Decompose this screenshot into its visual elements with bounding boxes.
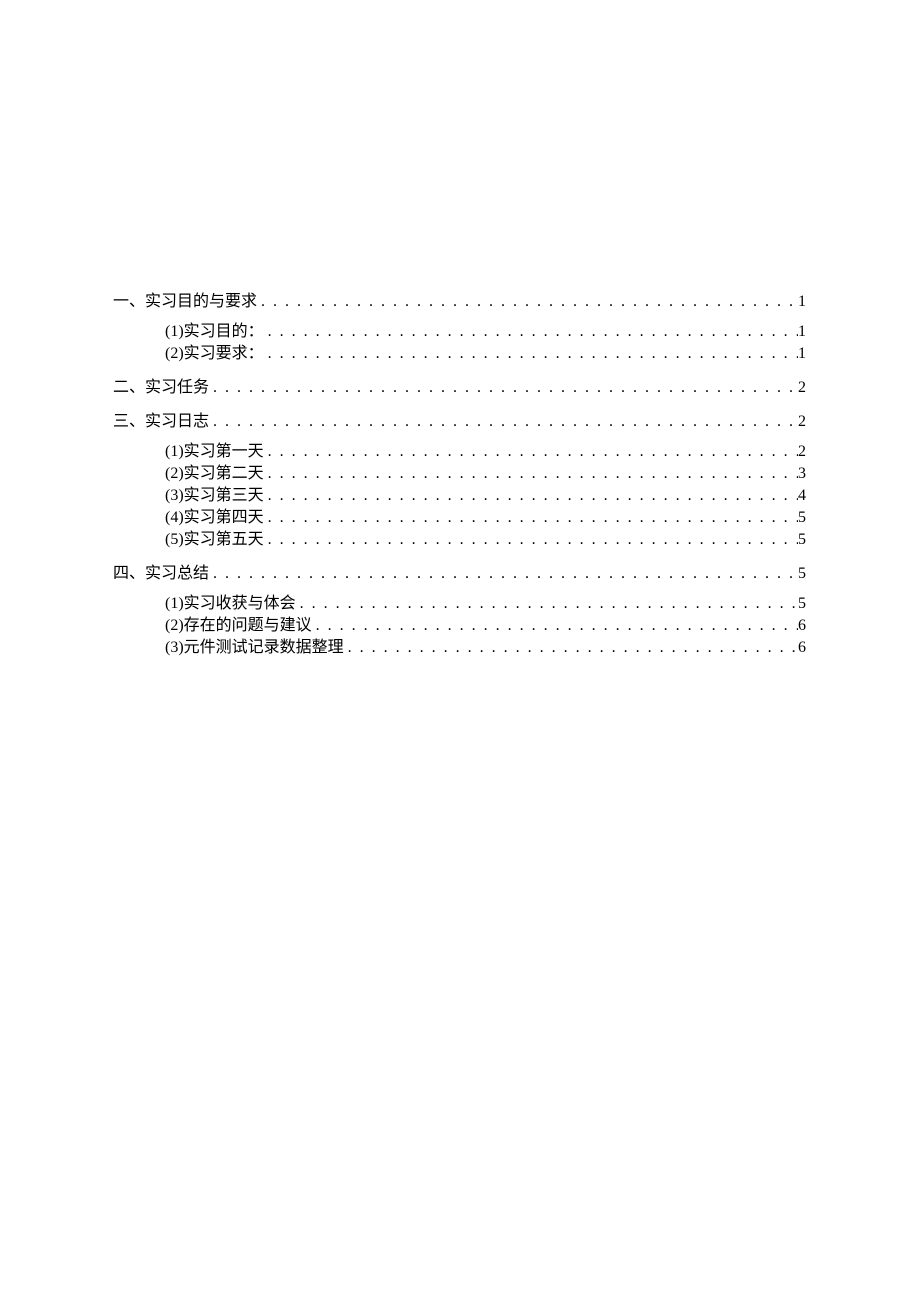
toc-title: (4)实习第四天 <box>165 510 264 526</box>
toc-title: (2)实习第二天 <box>165 466 264 482</box>
toc-title: (1)实习第一天 <box>165 444 264 460</box>
toc-entry-level2: (2)实习第二天 3 <box>113 466 806 482</box>
toc-title: 一、实习目的与要求 <box>113 294 257 310</box>
toc-leader <box>209 380 798 396</box>
toc-section-2: 二、实习任务 2 <box>113 380 806 396</box>
toc-entry-level2: (1)实习目的： 1 <box>113 324 806 340</box>
toc-section-3: 三、实习日志 2 (1)实习第一天 2 (2)实习第二天 3 (3)实习第三天 … <box>113 414 806 548</box>
table-of-contents: 一、实习目的与要求 1 (1)实习目的： 1 (2)实习要求： 1 二、实习任务… <box>113 280 806 674</box>
toc-title: (2)存在的问题与建议 <box>165 618 312 634</box>
toc-leader <box>264 324 798 340</box>
toc-leader <box>264 444 798 460</box>
toc-page-number: 2 <box>798 444 806 460</box>
toc-title: (3)实习第三天 <box>165 488 264 504</box>
toc-page-number: 6 <box>798 618 806 634</box>
toc-entry-level2: (2)存在的问题与建议 6 <box>113 618 806 634</box>
toc-leader <box>209 566 798 582</box>
toc-title: (1)实习目的： <box>165 324 264 340</box>
toc-section-1: 一、实习目的与要求 1 (1)实习目的： 1 (2)实习要求： 1 <box>113 294 806 362</box>
toc-entry-level2: (4)实习第四天 5 <box>113 510 806 526</box>
toc-page-number: 5 <box>798 532 806 548</box>
toc-section-4: 四、实习总结 5 (1)实习收获与体会 5 (2)存在的问题与建议 6 (3)元… <box>113 566 806 656</box>
toc-title: 四、实习总结 <box>113 566 209 582</box>
toc-leader <box>264 488 798 504</box>
toc-title: (5)实习第五天 <box>165 532 264 548</box>
toc-page-number: 5 <box>798 510 806 526</box>
toc-title: (1)实习收获与体会 <box>165 596 296 612</box>
toc-entry-level2: (1)实习第一天 2 <box>113 444 806 460</box>
toc-title: (3)元件测试记录数据整理 <box>165 640 344 656</box>
toc-page-number: 3 <box>798 466 806 482</box>
toc-entry-level2: (3)元件测试记录数据整理 6 <box>113 640 806 656</box>
toc-page-number: 5 <box>798 596 806 612</box>
toc-entry-level2: (2)实习要求： 1 <box>113 346 806 362</box>
toc-leader <box>209 414 798 430</box>
toc-entry-level2: (1)实习收获与体会 5 <box>113 596 806 612</box>
toc-page-number: 6 <box>798 640 806 656</box>
toc-page-number: 4 <box>798 488 806 504</box>
toc-entry-level1: 一、实习目的与要求 1 <box>113 294 806 310</box>
toc-title: (2)实习要求： <box>165 346 264 362</box>
toc-leader <box>264 346 798 362</box>
toc-entry-level1: 二、实习任务 2 <box>113 380 806 396</box>
toc-page-number: 5 <box>798 566 806 582</box>
toc-leader <box>312 618 798 634</box>
toc-leader <box>296 596 798 612</box>
toc-leader <box>264 466 798 482</box>
toc-page-number: 1 <box>798 324 806 340</box>
toc-entry-level1: 四、实习总结 5 <box>113 566 806 582</box>
toc-entry-level1: 三、实习日志 2 <box>113 414 806 430</box>
toc-page-number: 2 <box>798 414 806 430</box>
toc-page-number: 1 <box>798 346 806 362</box>
toc-leader <box>257 294 798 310</box>
toc-page-number: 1 <box>798 294 806 310</box>
toc-entry-level2: (3)实习第三天 4 <box>113 488 806 504</box>
toc-leader <box>264 532 798 548</box>
toc-leader <box>344 640 798 656</box>
toc-entry-level2: (5)实习第五天 5 <box>113 532 806 548</box>
toc-title: 三、实习日志 <box>113 414 209 430</box>
toc-leader <box>264 510 798 526</box>
toc-title: 二、实习任务 <box>113 380 209 396</box>
toc-page-number: 2 <box>798 380 806 396</box>
